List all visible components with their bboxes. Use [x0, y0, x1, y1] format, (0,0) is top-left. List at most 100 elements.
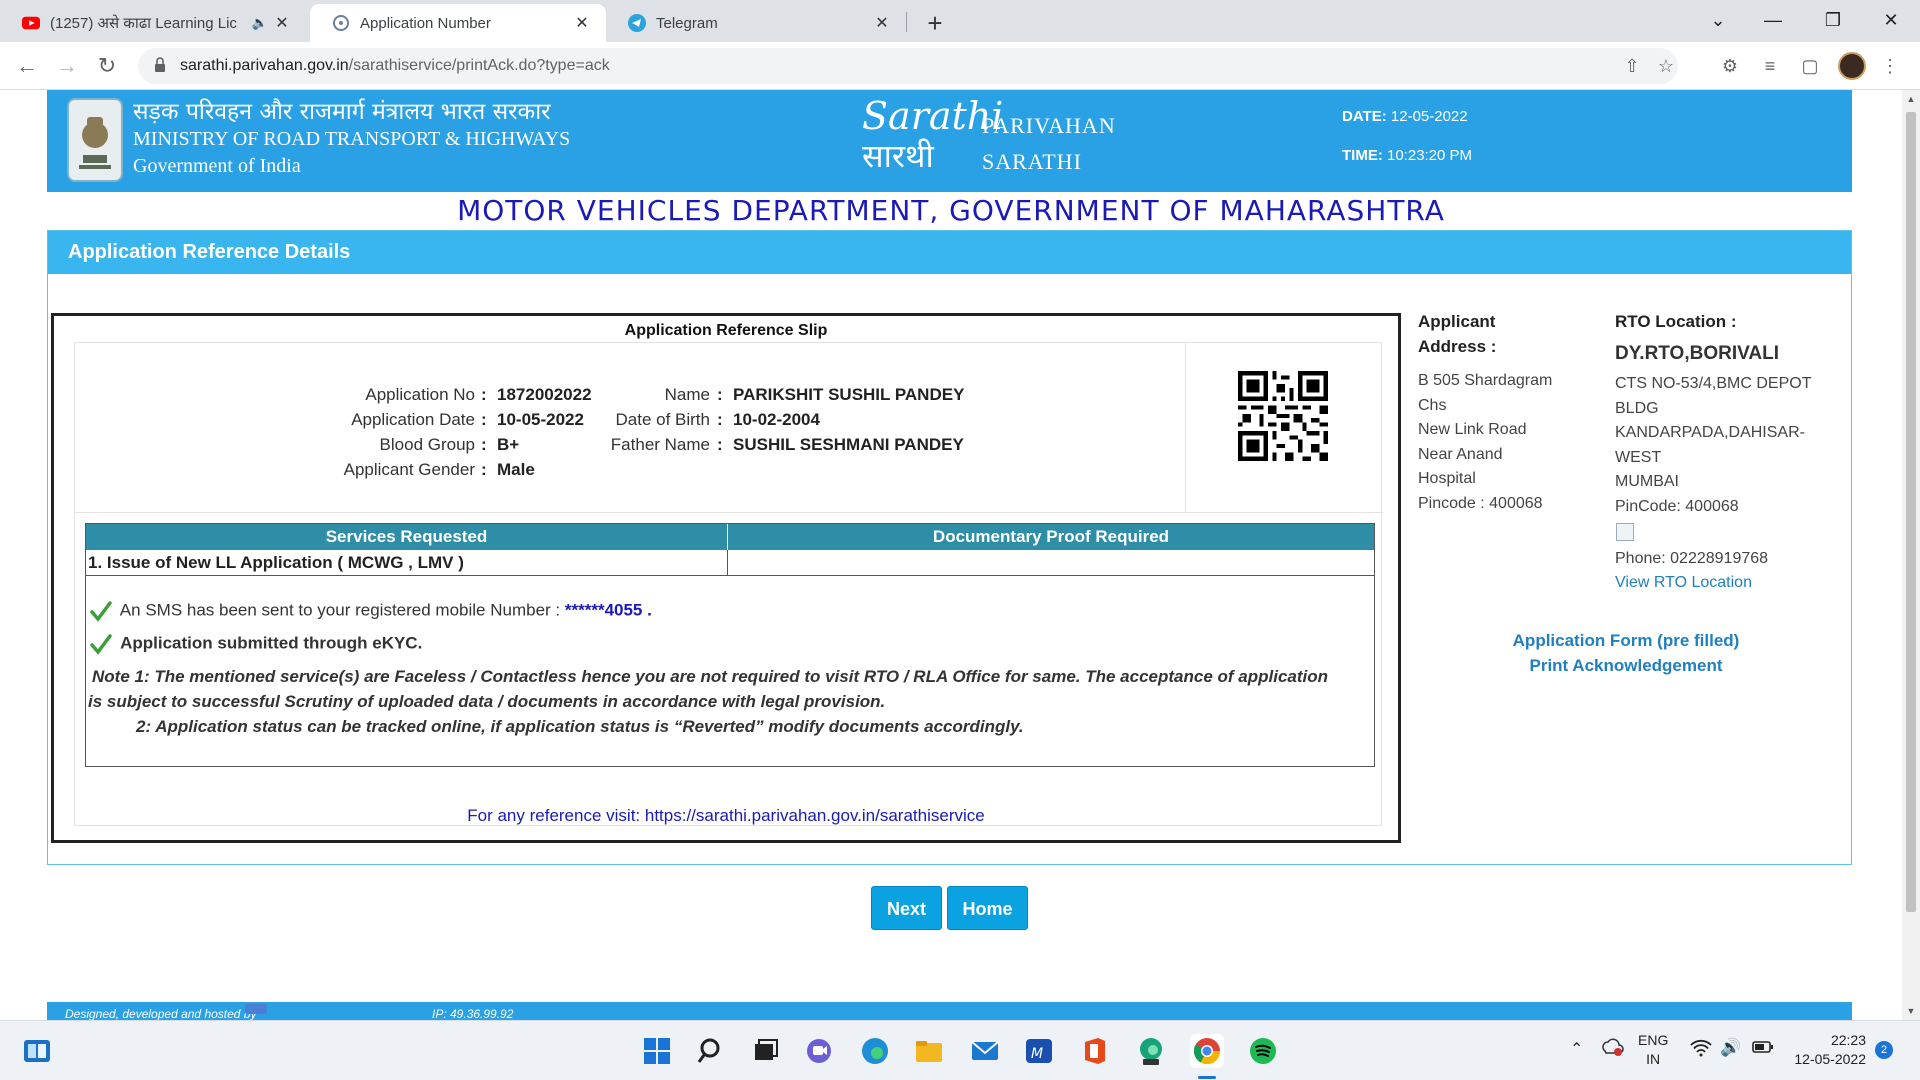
close-tab-icon[interactable]: ✕: [870, 13, 894, 33]
lock-icon[interactable]: [154, 57, 166, 73]
battery-icon[interactable]: [1752, 1040, 1774, 1057]
minimize-button[interactable]: —: [1750, 4, 1796, 36]
ekyc-message: Application submitted through eKYC.: [90, 633, 422, 655]
reload-icon[interactable]: ↻: [92, 51, 122, 81]
scrollbar-thumb[interactable]: [1906, 112, 1916, 912]
address-bar[interactable]: sarathi.parivahan.gov.in/sarathiservice/…: [138, 48, 1678, 84]
applicant-info: Application No : 1872002022 Application …: [75, 343, 1383, 513]
windows-taskbar: M ⌃ ENG IN 🔊 22:23 12-05-2022 2: [0, 1020, 1920, 1080]
application-form-link[interactable]: Application Form (pre filled): [1496, 631, 1756, 651]
tray-overflow-chevron-icon[interactable]: ⌃: [1570, 1039, 1583, 1059]
chrome-icon[interactable]: [1190, 1034, 1224, 1068]
share-icon[interactable]: ⇧: [1618, 52, 1646, 80]
menu-icon[interactable]: ⋮: [1876, 52, 1904, 80]
rto-pincode: PinCode: 400068: [1615, 497, 1739, 515]
close-tab-icon[interactable]: ✕: [270, 13, 294, 33]
close-tab-icon[interactable]: ✕: [570, 13, 594, 33]
gender-value: Male: [497, 460, 535, 479]
math-app-icon[interactable]: M: [1022, 1034, 1056, 1068]
next-button[interactable]: Next: [871, 886, 942, 930]
back-icon[interactable]: ←: [12, 51, 42, 81]
footer-designed-text: Designed, developed and hosted by: [65, 1007, 257, 1020]
rto-address-line: BLDG: [1615, 399, 1659, 417]
maximize-button[interactable]: ❐: [1810, 4, 1856, 36]
page-scrollbar[interactable]: ▲ ▼: [1902, 90, 1920, 1020]
home-button[interactable]: Home: [947, 886, 1028, 930]
scroll-down-icon[interactable]: ▼: [1902, 1006, 1920, 1016]
language-code: ENG: [1638, 1032, 1669, 1048]
colon: :: [717, 435, 723, 454]
side-panel-icon[interactable]: ▢: [1796, 52, 1824, 80]
applicant-address: B 505 Shardagram Chs New Link Road Near …: [1418, 369, 1552, 516]
forward-icon[interactable]: →: [52, 51, 82, 81]
reference-slip: Application Reference Slip Application N…: [51, 313, 1401, 843]
applicant-address-label: Applicant Address :: [1418, 309, 1496, 359]
new-tab-button[interactable]: +: [918, 6, 952, 40]
dob-value: 10-02-2004: [733, 410, 820, 429]
volume-icon[interactable]: 🔊: [1720, 1038, 1741, 1058]
slip-title: Application Reference Slip: [624, 322, 828, 339]
address-line: Hospital: [1418, 470, 1476, 487]
sms-number: ******4055: [564, 600, 643, 620]
ministry-title: सड़क परिवहन और राजमार्ग मंत्रालय भारत सर…: [133, 98, 570, 180]
rto-address: CTS NO-53/4,BMC DEPOT BLDG KANDARPADA,DA…: [1615, 372, 1811, 519]
speaker-icon[interactable]: 🔈: [250, 15, 270, 31]
chat-icon[interactable]: [802, 1034, 836, 1068]
clock[interactable]: 22:23 12-05-2022: [1786, 1031, 1866, 1069]
search-icon[interactable]: [695, 1034, 729, 1068]
checkmark-icon: [90, 634, 112, 655]
extensions-icon[interactable]: ⚙: [1716, 52, 1744, 80]
widgets-icon[interactable]: [20, 1034, 54, 1068]
start-icon[interactable]: [640, 1034, 674, 1068]
ministry-hindi: सड़क परिवहन और राजमार्ग मंत्रालय भारत सर…: [133, 99, 551, 125]
spotify-icon[interactable]: [1246, 1034, 1280, 1068]
edge-beta-icon[interactable]: [1134, 1034, 1168, 1068]
file-explorer-icon[interactable]: [912, 1034, 946, 1068]
address-line: New Link Road: [1418, 421, 1527, 438]
address-line: Near Anand: [1418, 445, 1503, 463]
tab-application-number[interactable]: Application Number ✕: [310, 4, 606, 42]
telegram-icon: [628, 14, 646, 32]
task-view-icon[interactable]: [748, 1034, 782, 1068]
brand-line2: SARATHI: [982, 149, 1082, 174]
colon: :: [481, 435, 487, 454]
slip-inner: Application No : 1872002022 Application …: [74, 342, 1383, 826]
office-icon[interactable]: [1078, 1034, 1112, 1068]
father-name-value: SUSHIL SESHMANI PANDEY: [733, 435, 964, 454]
time-label: TIME:: [1342, 147, 1383, 164]
tab-search-chevron-icon[interactable]: ⌄: [1695, 4, 1741, 36]
bookmark-star-icon[interactable]: ☆: [1652, 52, 1680, 80]
rto-address-line: KANDARPADA,DAHISAR-: [1615, 424, 1805, 441]
mail-icon[interactable]: [968, 1034, 1002, 1068]
address-line: B 505 Shardagram: [1418, 372, 1553, 389]
tab-youtube[interactable]: (1257) असे काढा Learning Lic 🔈 ✕: [0, 4, 306, 42]
tab-telegram[interactable]: Telegram ✕: [606, 4, 906, 42]
date-value: 12-05-2022: [1390, 108, 1468, 125]
svg-text:M: M: [1031, 1046, 1043, 1062]
view-rto-location-link[interactable]: View RTO Location: [1615, 571, 1752, 596]
tab-separator: [906, 12, 907, 32]
colon: :: [717, 385, 723, 404]
service-row-1: 1. Issue of New LL Application ( MCWG , …: [86, 550, 728, 576]
language-indicator[interactable]: ENG IN: [1638, 1031, 1668, 1069]
tab-title: (1257) असे काढा Learning Lic: [50, 15, 237, 32]
media-control-icon[interactable]: ≡: [1756, 52, 1784, 80]
profile-avatar[interactable]: [1838, 52, 1866, 80]
scroll-up-icon[interactable]: ▲: [1902, 94, 1920, 104]
date-display: DATE: 12-05-2022: [1342, 108, 1468, 125]
services-requested-header: Services Requested: [86, 524, 728, 550]
youtube-icon: [22, 14, 40, 32]
wifi-icon[interactable]: [1690, 1039, 1712, 1060]
print-acknowledgement-link[interactable]: Print Acknowledgement: [1496, 656, 1756, 676]
notification-badge[interactable]: 2: [1875, 1041, 1893, 1059]
checkmark-icon: [90, 601, 112, 622]
rto-name: DY.RTO,BORIVALI: [1615, 343, 1779, 364]
edge-icon[interactable]: [858, 1034, 892, 1068]
onedrive-error-icon[interactable]: [1600, 1037, 1624, 1060]
address-line: Chs: [1418, 396, 1447, 414]
blood-group-label: Blood Group: [379, 435, 475, 454]
clock-date: 12-05-2022: [1794, 1051, 1866, 1067]
sarathi-icon: [332, 14, 350, 32]
rto-phone: Phone: 02228919768: [1615, 550, 1769, 567]
close-window-button[interactable]: ✕: [1868, 4, 1914, 36]
